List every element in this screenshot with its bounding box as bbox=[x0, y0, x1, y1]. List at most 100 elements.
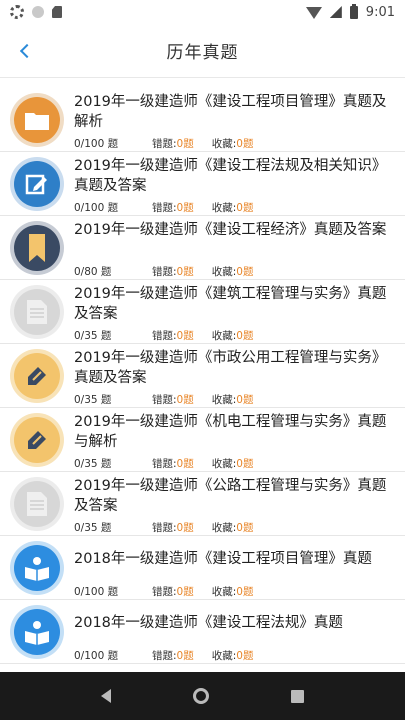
fav-label: 收藏: bbox=[211, 650, 237, 662]
item-thumbnail bbox=[10, 477, 64, 531]
item-title: 2019年一级建造师《建筑工程管理与实务》真题及答案 bbox=[74, 286, 387, 322]
exam-list: 2019年一级建造师《建设工程项目管理》真题及解析 0/100 题 错题: 0题 … bbox=[0, 88, 405, 664]
item-meta: 0/100 题 错题: 0题 收藏: 0题 bbox=[74, 200, 391, 215]
fav-label: 收藏: bbox=[211, 458, 237, 470]
item-thumbnail bbox=[10, 93, 64, 147]
wrong-label: 错题: bbox=[152, 650, 177, 662]
wifi-icon bbox=[305, 7, 322, 19]
item-thumbnail bbox=[10, 605, 64, 659]
item-title: 2019年一级建造师《建设工程经济》真题及答案 bbox=[74, 222, 387, 238]
item-thumbnail bbox=[10, 541, 64, 595]
wrong-count: 0题 bbox=[176, 522, 194, 534]
nav-recent-icon[interactable] bbox=[291, 689, 304, 703]
chevron-left-icon bbox=[19, 43, 35, 59]
item-count: 0/80 题 bbox=[74, 266, 112, 278]
wrong-label: 错题: bbox=[152, 202, 177, 214]
item-count: 0/35 题 bbox=[74, 394, 112, 406]
item-meta: 0/35 题 错题: 0题 收藏: 0题 bbox=[74, 392, 391, 407]
wrong-count: 0题 bbox=[176, 330, 194, 342]
fav-count: 0题 bbox=[236, 650, 254, 662]
fav-label: 收藏: bbox=[211, 394, 237, 406]
item-thumbnail bbox=[10, 285, 64, 339]
fav-count: 0题 bbox=[236, 266, 254, 278]
fav-label: 收藏: bbox=[211, 586, 237, 598]
battery-icon bbox=[349, 3, 358, 19]
wrong-label: 错题: bbox=[152, 586, 177, 598]
wrong-count: 0题 bbox=[176, 394, 194, 406]
status-right: 9:01 bbox=[305, 3, 395, 20]
sd-card-icon bbox=[52, 6, 62, 18]
list-item[interactable]: 2019年一级建造师《建设工程经济》真题及答案 0/80 题 错题: 0题 收藏:… bbox=[0, 216, 405, 280]
fav-count: 0题 bbox=[236, 586, 254, 598]
item-title: 2019年一级建造师《建设工程法规及相关知识》真题及答案 bbox=[74, 158, 387, 194]
item-thumbnail bbox=[10, 157, 64, 211]
list-item[interactable]: 2018年一级建造师《建设工程项目管理》真题 0/100 题 错题: 0题 收藏:… bbox=[0, 536, 405, 600]
circle-icon bbox=[32, 6, 44, 18]
item-thumbnail bbox=[10, 221, 64, 275]
folder-icon bbox=[25, 113, 49, 130]
fav-label: 收藏: bbox=[211, 522, 237, 534]
document-icon bbox=[27, 300, 47, 324]
fav-label: 收藏: bbox=[211, 330, 237, 342]
list-item[interactable]: 2019年一级建造师《机电工程管理与实务》真题与解析 0/35 题 错题: 0题 … bbox=[0, 408, 405, 472]
list-item[interactable]: 2019年一级建造师《公路工程管理与实务》真题及答案 0/35 题 错题: 0题 … bbox=[0, 472, 405, 536]
item-count: 0/100 题 bbox=[74, 138, 119, 150]
item-count: 0/100 题 bbox=[74, 202, 119, 214]
item-title: 2019年一级建造师《建设工程项目管理》真题及解析 bbox=[74, 94, 387, 130]
list-item[interactable]: 2019年一级建造师《建设工程法规及相关知识》真题及答案 0/100 题 错题:… bbox=[0, 152, 405, 216]
item-title: 2019年一级建造师《公路工程管理与实务》真题及答案 bbox=[74, 478, 387, 514]
item-thumbnail bbox=[10, 349, 64, 403]
list-item[interactable]: 2019年一级建造师《市政公用工程管理与实务》真题及答案 0/35 题 错题: 0… bbox=[0, 344, 405, 408]
item-title: 2018年一级建造师《建设工程法规》真题 bbox=[74, 615, 343, 631]
item-title: 2019年一级建造师《市政公用工程管理与实务》真题及答案 bbox=[74, 350, 387, 386]
wrong-label: 错题: bbox=[152, 330, 177, 342]
wrong-count: 0题 bbox=[176, 266, 194, 278]
item-meta: 0/35 题 错题: 0题 收藏: 0题 bbox=[74, 456, 391, 471]
fav-count: 0题 bbox=[236, 522, 254, 534]
back-button[interactable] bbox=[14, 38, 40, 64]
wrong-count: 0题 bbox=[176, 458, 194, 470]
wrong-label: 错题: bbox=[152, 266, 177, 278]
fav-count: 0题 bbox=[236, 458, 254, 470]
fav-count: 0题 bbox=[236, 394, 254, 406]
list-item[interactable]: 2018年一级建造师《建设工程法规》真题 0/100 题 错题: 0题 收藏: 0题 bbox=[0, 600, 405, 664]
status-time: 9:01 bbox=[365, 4, 395, 20]
item-count: 0/100 题 bbox=[74, 586, 119, 598]
fav-label: 收藏: bbox=[211, 202, 237, 214]
status-bar: 9:01 bbox=[0, 0, 405, 24]
gear-icon bbox=[10, 5, 24, 19]
wrong-count: 0题 bbox=[176, 202, 194, 214]
item-meta: 0/100 题 错题: 0题 收藏: 0题 bbox=[74, 584, 391, 599]
document-icon bbox=[27, 492, 47, 516]
item-meta: 0/35 题 错题: 0题 收藏: 0题 bbox=[74, 520, 391, 535]
item-count: 0/35 题 bbox=[74, 330, 112, 342]
bookmark-icon bbox=[29, 234, 45, 262]
item-count: 0/35 题 bbox=[74, 458, 112, 470]
wrong-count: 0题 bbox=[176, 138, 194, 150]
item-title: 2019年一级建造师《机电工程管理与实务》真题与解析 bbox=[74, 414, 387, 450]
reader-icon bbox=[25, 621, 49, 645]
item-meta: 0/100 题 错题: 0题 收藏: 0题 bbox=[74, 648, 391, 663]
list-item[interactable]: 2019年一级建造师《建设工程项目管理》真题及解析 0/100 题 错题: 0题 … bbox=[0, 88, 405, 152]
fav-label: 收藏: bbox=[211, 138, 237, 150]
page-title: 历年真题 bbox=[166, 43, 239, 63]
fav-count: 0题 bbox=[236, 138, 254, 150]
list-item[interactable]: 2019年一级建造师《建筑工程管理与实务》真题及答案 0/35 题 错题: 0题 … bbox=[0, 280, 405, 344]
item-thumbnail bbox=[10, 413, 64, 467]
wrong-label: 错题: bbox=[152, 522, 177, 534]
status-left bbox=[10, 5, 62, 19]
wrong-label: 错题: bbox=[152, 138, 177, 150]
item-meta: 0/100 题 错题: 0题 收藏: 0题 bbox=[74, 136, 391, 151]
item-count: 0/35 题 bbox=[74, 522, 112, 534]
item-count: 0/100 题 bbox=[74, 650, 119, 662]
wrong-label: 错题: bbox=[152, 458, 177, 470]
item-meta: 0/35 题 错题: 0题 收藏: 0题 bbox=[74, 328, 391, 343]
signal-icon bbox=[329, 6, 342, 18]
app-header: 历年真题 bbox=[0, 24, 405, 78]
fav-label: 收藏: bbox=[211, 266, 237, 278]
fav-count: 0题 bbox=[236, 330, 254, 342]
edit-icon bbox=[25, 174, 47, 195]
nav-back-icon[interactable] bbox=[101, 689, 111, 703]
item-title: 2018年一级建造师《建设工程项目管理》真题 bbox=[74, 551, 372, 567]
nav-home-icon[interactable] bbox=[193, 688, 209, 704]
